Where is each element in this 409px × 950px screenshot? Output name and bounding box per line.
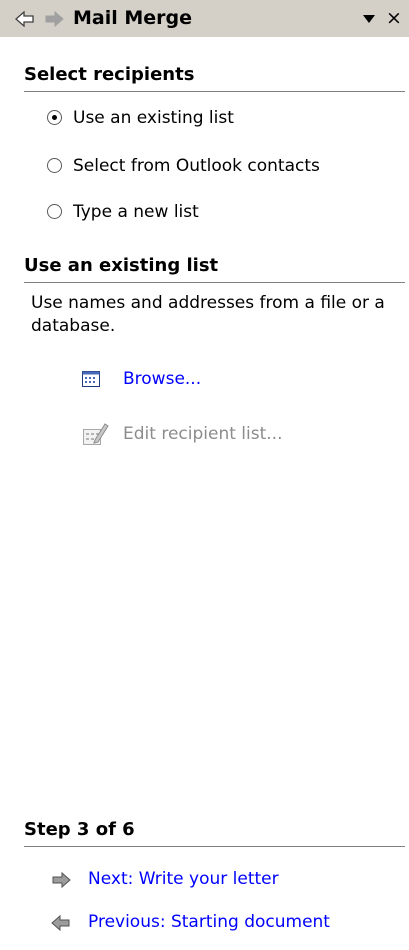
select-recipients-heading: Select recipients	[24, 63, 405, 92]
existing-list-heading: Use an existing list	[24, 254, 405, 283]
back-arrow-icon[interactable]	[15, 11, 35, 27]
section-heading-text: Use an existing list	[24, 255, 219, 276]
dropdown-arrow-icon[interactable]	[362, 13, 376, 25]
forward-arrow-icon[interactable]	[44, 11, 64, 27]
radio-dot-icon	[52, 115, 57, 120]
radio-label[interactable]: Type a new list	[73, 200, 199, 224]
task-pane-title-bar: Mail Merge ×	[0, 0, 409, 37]
radio-button[interactable]	[47, 204, 62, 219]
existing-list-description: Use names and addresses from a file or a…	[31, 293, 385, 336]
close-icon[interactable]: ×	[385, 8, 403, 28]
mail-merge-task-pane: Mail Merge × Select recipients Use an ex…	[0, 0, 409, 950]
next-step-label[interactable]: Next: Write your letter	[88, 866, 279, 892]
radio-label[interactable]: Select from Outlook contacts	[73, 154, 320, 178]
previous-arrow-icon	[51, 915, 70, 931]
section-heading-text: Select recipients	[24, 64, 195, 85]
radio-button-selected[interactable]	[47, 110, 62, 125]
address-book-icon	[82, 371, 100, 387]
radio-label[interactable]: Use an existing list	[73, 106, 234, 130]
browse-label[interactable]: Browse...	[123, 366, 201, 392]
radio-button[interactable]	[47, 158, 62, 173]
task-pane-title: Mail Merge	[73, 7, 193, 29]
edit-recipient-list-label: Edit recipient list...	[123, 424, 283, 444]
next-arrow-icon	[52, 872, 71, 888]
section-heading-text: Step 3 of 6	[24, 819, 135, 840]
edit-list-icon	[83, 423, 109, 445]
previous-step-label[interactable]: Previous: Starting document	[88, 909, 330, 935]
step-heading: Step 3 of 6	[24, 818, 405, 847]
